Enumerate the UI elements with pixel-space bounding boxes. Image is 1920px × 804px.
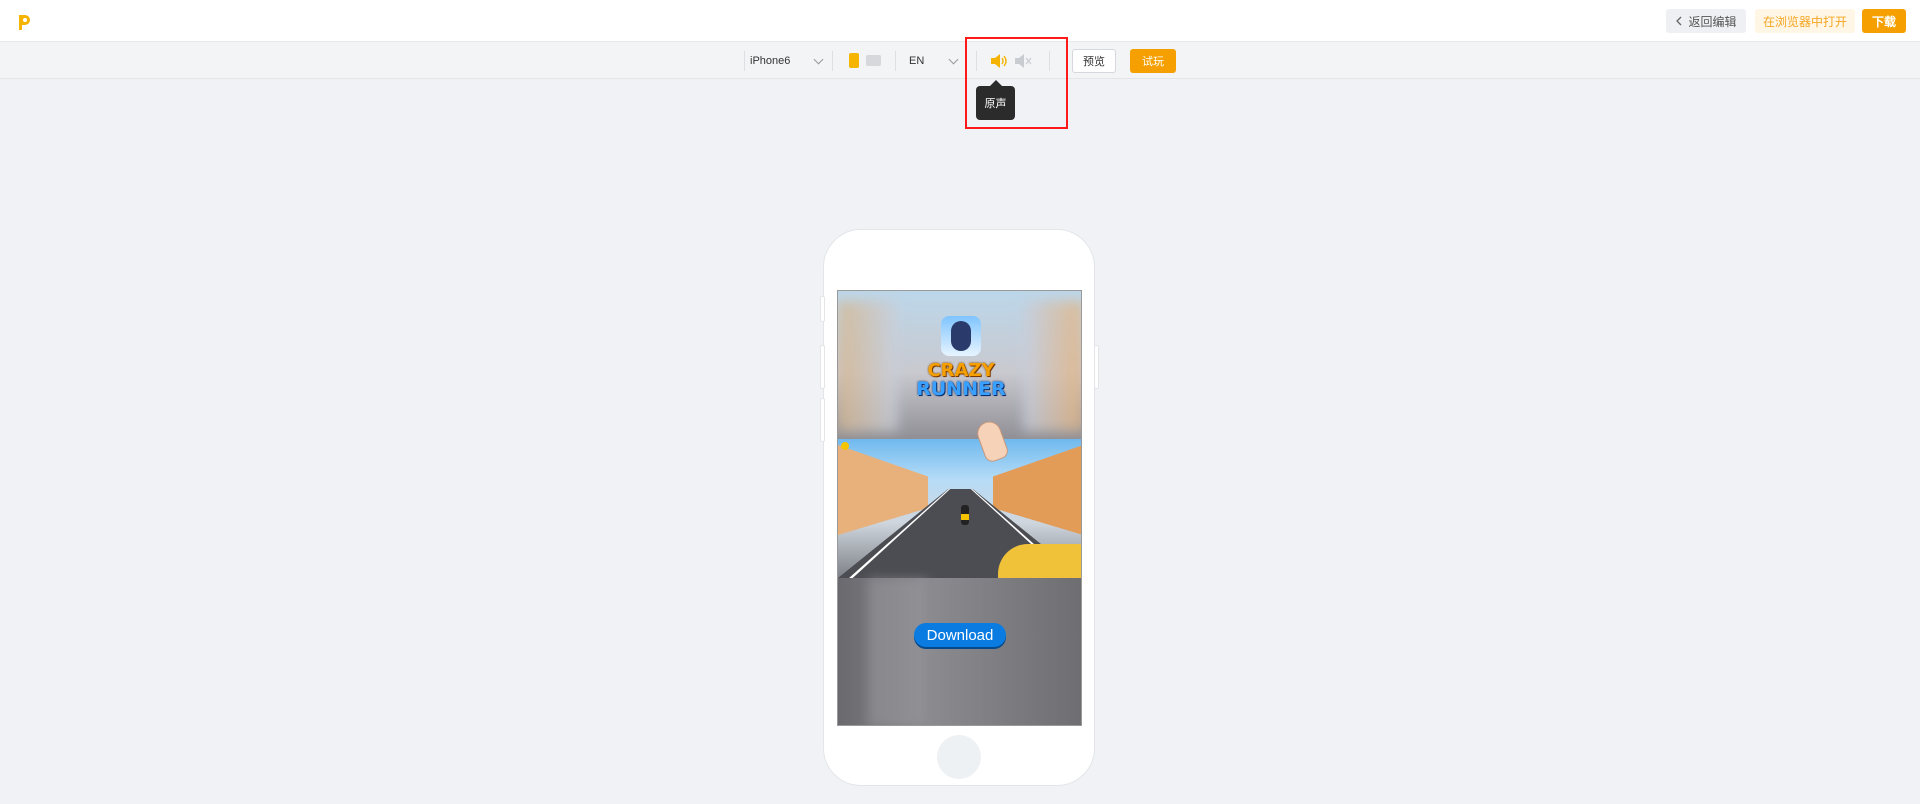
game-mascot (951, 321, 971, 351)
top-bar: 返回编辑 在浏览器中打开 下载 (0, 0, 1920, 42)
preview-label: 预览 (1083, 56, 1105, 68)
language-select-value: EN (909, 55, 925, 67)
game-logo: CRAZY RUNNER (910, 361, 1012, 399)
game-footer-background (838, 578, 1081, 725)
coin-icon (841, 442, 849, 450)
download-button[interactable]: 下载 (1862, 9, 1906, 33)
device-select[interactable]: iPhone6 (746, 52, 826, 70)
preview-button[interactable]: 预览 (1072, 49, 1116, 73)
runner-shirt (961, 514, 969, 520)
chevron-down-icon (948, 54, 959, 65)
phone-home-button (937, 735, 981, 779)
open-in-browser-button[interactable]: 在浏览器中打开 (1755, 9, 1855, 33)
phone-side-button (820, 398, 825, 442)
divider (895, 51, 896, 71)
back-to-edit-button[interactable]: 返回编辑 (1666, 9, 1746, 33)
divider (832, 51, 833, 71)
phone-screen[interactable]: CRAZY RUNNER Download (837, 290, 1082, 726)
app-logo-icon (19, 15, 30, 30)
highlight-box (965, 37, 1068, 129)
car-obstacle (998, 544, 1081, 578)
phone-side-button (820, 345, 825, 389)
preview-toolbar: iPhone6 EN 预览 试玩 (0, 42, 1920, 79)
device-select-value: iPhone6 (750, 55, 791, 67)
gameplay-view[interactable] (838, 439, 1081, 578)
divider (744, 51, 745, 71)
back-to-edit-label: 返回编辑 (1688, 14, 1737, 29)
open-in-browser-label: 在浏览器中打开 (1762, 14, 1847, 29)
portrait-icon[interactable] (849, 53, 859, 68)
try-play-button[interactable]: 试玩 (1130, 49, 1176, 73)
game-logo-line2: RUNNER (916, 378, 1006, 400)
phone-side-button (820, 296, 825, 322)
game-download-label: Download (926, 626, 994, 644)
phone-side-button (1094, 345, 1099, 389)
game-header-background: CRAZY RUNNER (838, 291, 1081, 439)
download-label: 下载 (1871, 14, 1896, 29)
try-play-label: 试玩 (1142, 56, 1164, 68)
language-select[interactable]: EN (905, 52, 961, 70)
game-download-button[interactable]: Download (914, 623, 1006, 647)
blurred-building (1023, 301, 1081, 431)
blurred-road (868, 578, 928, 725)
chevron-down-icon (813, 54, 824, 65)
landscape-icon[interactable] (866, 55, 881, 66)
chevron-left-icon (1676, 16, 1682, 26)
blurred-building (838, 301, 898, 431)
